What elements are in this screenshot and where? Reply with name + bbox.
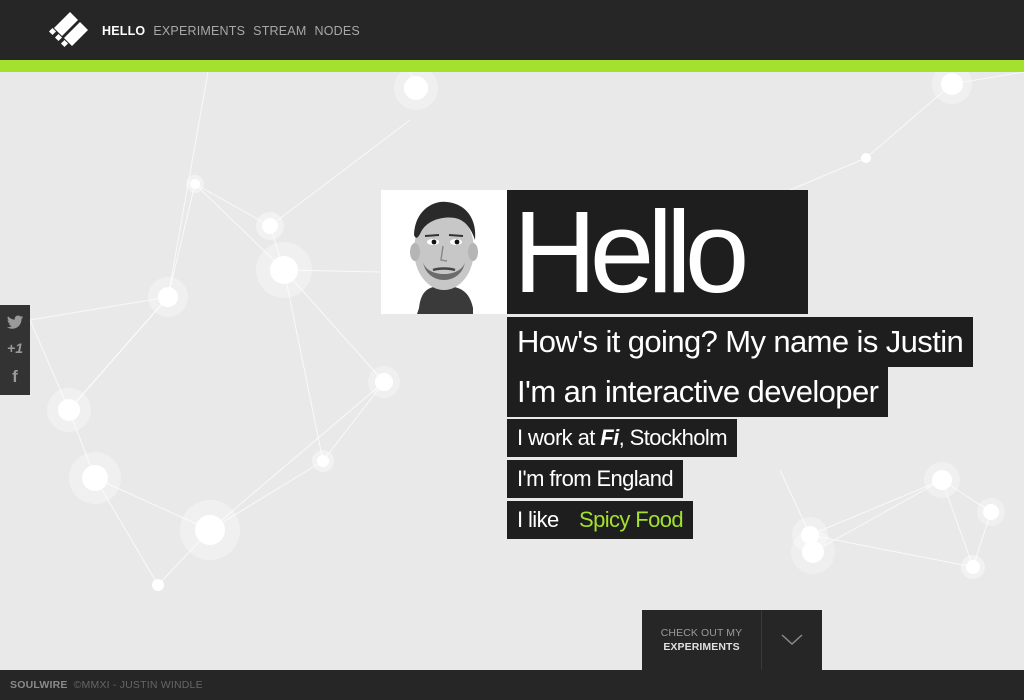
intro-line: How's it going? My name is Justin (507, 317, 974, 367)
cta-label: CHECK OUT MY EXPERIMENTS (642, 610, 761, 670)
work-company: Fi (600, 425, 619, 450)
accent-stripe (0, 60, 1024, 72)
facebook-icon[interactable]: f (12, 368, 18, 385)
top-bar: HELLO EXPERIMENTS STREAM NODES (0, 0, 1024, 60)
nav-item-nodes[interactable]: NODES (314, 24, 359, 38)
cta-arrow-area (762, 610, 822, 670)
main-nav: HELLO EXPERIMENTS STREAM NODES (102, 24, 360, 38)
likes-value[interactable]: Spicy Food (569, 501, 694, 539)
nav-item-stream[interactable]: STREAM (253, 24, 306, 38)
work-prefix: I work at (517, 425, 601, 450)
google-plus-one-button[interactable]: +1 (7, 341, 23, 355)
cta-line-1: CHECK OUT MY (660, 627, 743, 639)
nav-item-hello[interactable]: HELLO (102, 24, 145, 38)
footer-brand[interactable]: SOULWIRE (10, 679, 68, 691)
origin-line: I'm from England (507, 460, 684, 498)
work-suffix: , Stockholm (618, 425, 728, 450)
role-line: I'm an interactive developer (507, 367, 889, 417)
share-sidebar: +1 f (0, 305, 30, 395)
greeting-heading: Hello (507, 190, 808, 314)
twitter-icon[interactable] (6, 315, 24, 329)
check-out-experiments-button[interactable]: CHECK OUT MY EXPERIMENTS (642, 610, 822, 670)
avatar (381, 190, 507, 314)
footer: SOULWIRE ©MMXI - JUSTIN WINDLE (0, 670, 1024, 700)
work-line: I work at Fi, Stockholm (507, 419, 737, 457)
likes-prefix: I like (507, 501, 569, 539)
nav-item-experiments[interactable]: EXPERIMENTS (153, 24, 245, 38)
footer-copyright: ©MMXI - JUSTIN WINDLE (73, 679, 203, 691)
portrait-image (381, 190, 507, 314)
chevron-down-icon (781, 634, 803, 646)
soulwire-logo-icon[interactable] (48, 11, 92, 51)
cta-line-2: EXPERIMENTS (663, 641, 740, 653)
